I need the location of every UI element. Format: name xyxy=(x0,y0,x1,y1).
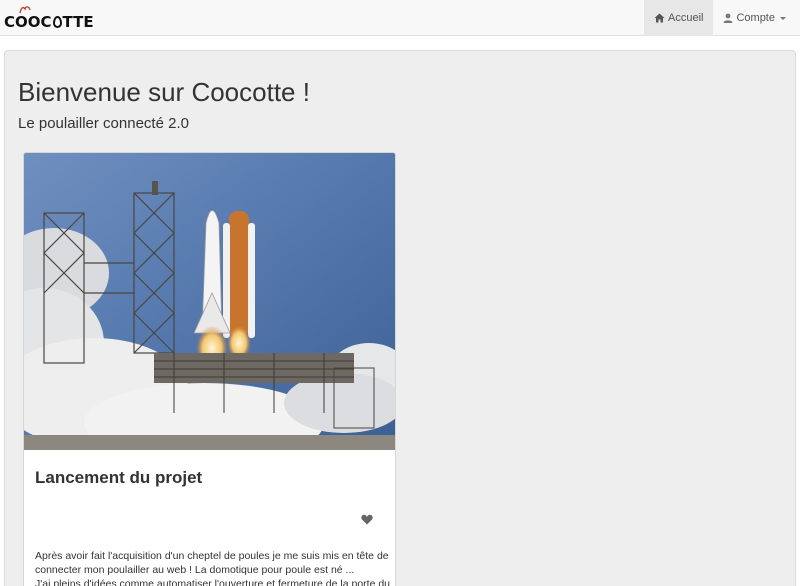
card-image[interactable] xyxy=(24,153,396,450)
nav-item-label: Accueil xyxy=(668,12,704,24)
card-text-line: J'ai pleins d'idées comme automatiser l'… xyxy=(35,578,390,586)
card-text-line: connecter mon poulailler au web ! La dom… xyxy=(35,564,355,576)
nav-menu: Accueil Compte xyxy=(644,0,796,36)
card-title[interactable]: Lancement du projet xyxy=(35,468,202,488)
card-text-line: Après avoir fait l'acquisition d'un chep… xyxy=(35,550,389,562)
nav-item-compte[interactable]: Compte xyxy=(713,0,796,36)
card-text: Après avoir fait l'acquisition d'un chep… xyxy=(35,549,390,586)
article-card: Lancement du projet Après avoir fait l'a… xyxy=(23,152,396,586)
navbar: COOC TTE Accueil Compte xyxy=(0,0,800,36)
user-icon xyxy=(723,13,733,23)
egg-icon xyxy=(52,16,62,28)
page-subtitle: Le poulailler connecté 2.0 xyxy=(18,115,189,132)
heart-icon[interactable] xyxy=(361,514,373,525)
home-icon xyxy=(654,13,665,23)
brand-text: COOC TTE xyxy=(4,13,94,31)
nav-item-accueil[interactable]: Accueil xyxy=(644,0,714,36)
jumbotron: Bienvenue sur Coocotte ! Le poulailler c… xyxy=(4,50,796,586)
nav-item-label: Compte xyxy=(736,12,775,24)
page-title: Bienvenue sur Coocotte ! xyxy=(18,77,310,107)
brand-logo[interactable]: COOC TTE xyxy=(4,5,94,33)
chevron-down-icon xyxy=(780,16,786,20)
